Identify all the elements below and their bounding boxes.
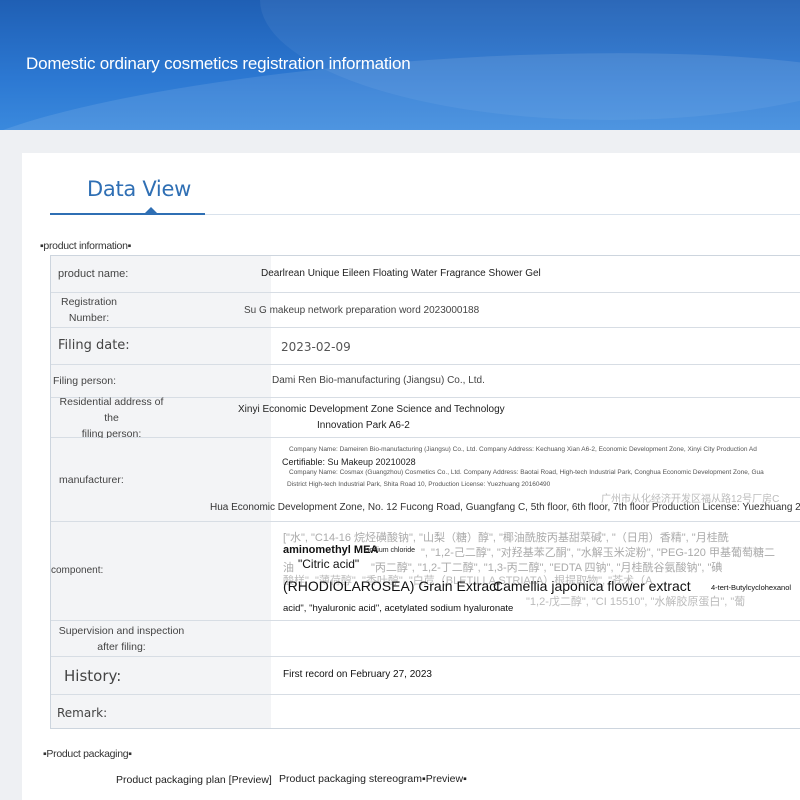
manufacturer-line3: Company Name: Cosmax (Guangzhou) Cosmeti… bbox=[289, 469, 764, 476]
filing-person-label: Filing person: bbox=[51, 365, 271, 397]
product-name-label: product name: bbox=[51, 256, 271, 292]
tab-active-caret-icon bbox=[145, 207, 157, 213]
residential-address-label: Residential address of the filing person… bbox=[51, 396, 166, 440]
component-line2-b: sodium chloride bbox=[366, 547, 416, 554]
residential-address-value-line1: Xinyi Economic Development Zone Science … bbox=[238, 404, 505, 415]
component-line5-a: (RHODIOLAROSEA) Grain Extract bbox=[283, 578, 501, 594]
page-title: Domestic ordinary cosmetics registration… bbox=[26, 54, 411, 73]
history-value: First record on February 27, 2023 bbox=[283, 669, 432, 680]
residential-address-label-line1: Residential address of the bbox=[59, 395, 164, 424]
supervision-label-line2: after filing: bbox=[97, 640, 146, 653]
component-line5-c: 4-tert-Butylcyclohexanol bbox=[711, 583, 792, 592]
manufacturer-line2: Certifiable: Su Makeup 20210028 bbox=[282, 457, 416, 467]
registration-number-label-line1: Registration bbox=[60, 296, 118, 308]
tab-data-view[interactable]: Data View bbox=[50, 153, 205, 215]
tab-bar: Data View bbox=[50, 153, 800, 215]
row-manufacturer: manufacturer: Company Name: Dameiren Bio… bbox=[51, 438, 800, 522]
registration-number-label-line2: Number: bbox=[68, 312, 110, 324]
filing-date-value: 2023-02-09 bbox=[281, 340, 351, 354]
product-info-table: product name: Dearlrean Unique Eileen Fl… bbox=[50, 255, 800, 729]
supervision-cell bbox=[271, 621, 800, 656]
manufacturer-line6: Hua Economic Development Zone, No. 12 Fu… bbox=[210, 502, 800, 513]
component-line6: "1,2-戊二醇", "CI 15510", "水解胶原蛋白", "葡 bbox=[526, 596, 746, 608]
row-history: History: First record on February 27, 20… bbox=[51, 657, 800, 695]
filing-date-cell: 2023-02-09 bbox=[271, 328, 800, 364]
supervision-label-pad bbox=[186, 621, 271, 656]
row-remark: Remark: bbox=[51, 695, 800, 728]
row-component: component: ["水", "C14-16 烷烃磺酸钠", "山梨（糖）醇… bbox=[51, 522, 800, 621]
component-line2-a: aminomethyl MEA bbox=[283, 544, 379, 556]
component-line7: acid", "hyaluronic acid", acetylated sod… bbox=[283, 603, 514, 614]
row-registration-number: Registration Number: Su G makeup network… bbox=[51, 293, 800, 328]
row-filing-date: Filing date: 2023-02-09 bbox=[51, 328, 800, 365]
remark-cell bbox=[271, 695, 800, 728]
component-line3-a: "Citric acid" bbox=[298, 557, 360, 571]
supervision-label: Supervision and inspection after filing: bbox=[51, 621, 186, 656]
history-cell: First record on February 27, 2023 bbox=[271, 657, 800, 694]
filing-person-value: Dami Ren Bio-manufacturing (Jiangsu) Co.… bbox=[272, 375, 485, 386]
row-residential-address: Residential address of the filing person… bbox=[51, 396, 800, 440]
manufacturer-line4: District High-tech Industrial Park, Shit… bbox=[287, 481, 551, 488]
tab-data-view-label: Data View bbox=[87, 177, 191, 201]
product-name-cell: Dearlrean Unique Eileen Floating Water F… bbox=[261, 256, 800, 292]
header-banner: Domestic ordinary cosmetics registration… bbox=[0, 0, 800, 130]
component-line1: ["水", "C14-16 烷烃磺酸钠", "山梨（糖）醇", "椰油酰胺丙基甜… bbox=[283, 532, 729, 544]
component-label: component: bbox=[51, 522, 271, 620]
packaging-plan-preview-link[interactable]: Product packaging plan [Preview] bbox=[116, 774, 272, 786]
component-line5-b: Camellia japonica flower extract bbox=[493, 578, 691, 594]
component-cell: ["水", "C14-16 烷烃磺酸钠", "山梨（糖）醇", "椰油酰胺丙基甜… bbox=[271, 522, 800, 620]
row-supervision: Supervision and inspection after filing: bbox=[51, 621, 800, 657]
filing-person-cell: Dami Ren Bio-manufacturing (Jiangsu) Co.… bbox=[271, 365, 800, 397]
registration-number-cell: Su G makeup network preparation word 202… bbox=[244, 293, 800, 327]
filing-date-label: Filing date: bbox=[51, 328, 271, 364]
supervision-label-line1: Supervision and inspection bbox=[58, 624, 185, 637]
manufacturer-line1: Company Name: Dameiren Bio-manufacturing… bbox=[289, 446, 757, 453]
row-product-name: product name: Dearlrean Unique Eileen Fl… bbox=[51, 256, 800, 293]
residential-address-value-line2: Innovation Park A6-2 bbox=[317, 420, 410, 431]
packaging-stereogram-preview-link[interactable]: Product packaging stereogram▪Preview▪ bbox=[279, 773, 467, 785]
residential-address-cell: Xinyi Economic Development Zone Science … bbox=[238, 398, 800, 437]
product-name-value: Dearlrean Unique Eileen Floating Water F… bbox=[261, 268, 541, 279]
remark-label: Remark: bbox=[51, 695, 271, 728]
section-product-packaging: ▪Product packaging▪ bbox=[43, 748, 132, 760]
component-line2-cn: ", "1,2-己二醇", "对羟基苯乙酮", "水解玉米淀粉", "PEG-1… bbox=[421, 547, 775, 559]
manufacturer-cell: Company Name: Dameiren Bio-manufacturing… bbox=[210, 438, 800, 521]
registration-number-label: Registration Number: bbox=[51, 293, 127, 327]
section-product-information: ▪product information▪ bbox=[40, 240, 132, 252]
history-label: History: bbox=[51, 657, 271, 694]
registration-number-value: Su G makeup network preparation word 202… bbox=[244, 305, 480, 316]
